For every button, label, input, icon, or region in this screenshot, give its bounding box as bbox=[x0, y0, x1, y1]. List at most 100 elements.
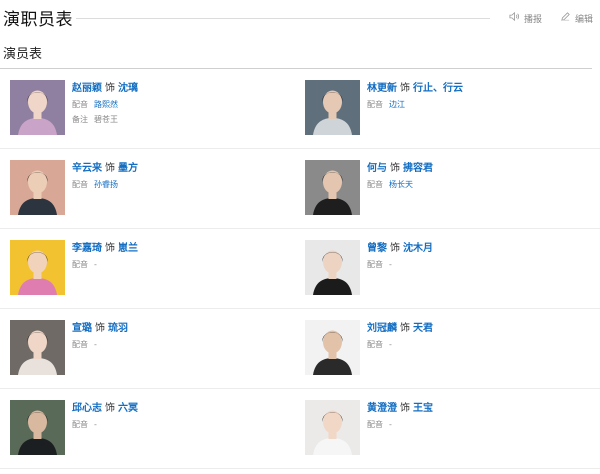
role-name-link[interactable]: 天君 bbox=[413, 323, 433, 334]
dubbing-line: 配音 - bbox=[72, 258, 292, 272]
actor-photo[interactable] bbox=[10, 320, 65, 375]
actor-name-link[interactable]: 赵丽颖 bbox=[72, 83, 102, 94]
dubbing-line: 配音 路熙然 bbox=[72, 98, 292, 112]
actor-name-link[interactable]: 宣璐 bbox=[72, 323, 92, 334]
note-line: 备注 碧苍王 bbox=[72, 113, 292, 127]
cast-info: 邱心志饰六冥 配音 - bbox=[72, 401, 292, 432]
cast-name-line: 赵丽颖饰沈璃 bbox=[72, 81, 292, 97]
note-value: 碧苍王 bbox=[94, 115, 118, 124]
cast-name-line: 宣璐饰琉羽 bbox=[72, 321, 292, 337]
cast-name-line: 林更新饰行止、行云 bbox=[367, 81, 587, 97]
dubbing-value[interactable]: 孙睿扬 bbox=[94, 180, 118, 189]
role-name-link[interactable]: 沈璃 bbox=[118, 83, 138, 94]
dubbing-line: 配音 边江 bbox=[367, 98, 587, 112]
actor-photo[interactable] bbox=[10, 240, 65, 295]
cast-member-card: 刘冠麟饰天君配音 - bbox=[305, 309, 595, 389]
cast-member-card: 黄澄澄饰王宝 配音 - bbox=[305, 389, 595, 469]
cast-name-line: 刘冠麟饰天君 bbox=[367, 321, 587, 337]
role-name-link[interactable]: 沈木月 bbox=[403, 243, 433, 254]
cast-info: 刘冠麟饰天君配音 - bbox=[367, 321, 587, 352]
as-label: 饰 bbox=[400, 83, 410, 94]
cast-row: 宣璐饰琉羽 配音 - 刘冠麟饰天君 配音 - bbox=[0, 309, 600, 389]
cast-row: 李嘉琦饰崽兰 配音 - 曾黎饰沈木月 配音 - bbox=[0, 229, 600, 309]
dubbing-label: 配音 bbox=[72, 100, 88, 109]
actor-name-link[interactable]: 林更新 bbox=[367, 83, 397, 94]
role-name-link[interactable]: 王宝 bbox=[413, 403, 433, 414]
as-label: 饰 bbox=[400, 323, 410, 334]
actor-name-link[interactable]: 辛云来 bbox=[72, 163, 102, 174]
cast-name-line: 黄澄澄饰王宝 bbox=[367, 401, 587, 417]
actor-name-link[interactable]: 何与 bbox=[367, 163, 387, 174]
edit-button[interactable]: 编辑 bbox=[560, 11, 593, 25]
actor-photo[interactable] bbox=[305, 240, 360, 295]
as-label: 饰 bbox=[105, 243, 115, 254]
as-label: 饰 bbox=[390, 243, 400, 254]
as-label: 饰 bbox=[390, 163, 400, 174]
dubbing-line: 配音 - bbox=[367, 258, 587, 272]
actor-photo[interactable] bbox=[305, 320, 360, 375]
as-label: 饰 bbox=[400, 403, 410, 414]
role-name-link[interactable]: 行止、行云 bbox=[413, 83, 463, 94]
cast-info: 宣璐饰琉羽 配音 - bbox=[72, 321, 292, 352]
as-label: 饰 bbox=[105, 163, 115, 174]
cast-name-line: 何与饰拂容君 bbox=[367, 161, 587, 177]
actor-name-link[interactable]: 黄澄澄 bbox=[367, 403, 397, 414]
dubbing-line: 配音 - bbox=[367, 418, 587, 432]
cast-member-card: 赵丽颖饰沈璃 配音 路熙然 备注 碧苍王 bbox=[10, 69, 300, 149]
broadcast-button[interactable]: 播报 bbox=[509, 11, 542, 25]
cast-member-card: 李嘉琦饰崽兰配音 - bbox=[10, 229, 300, 309]
role-name-link[interactable]: 拂容君 bbox=[403, 163, 433, 174]
dubbing-value: - bbox=[389, 260, 392, 269]
actor-name-link[interactable]: 邱心志 bbox=[72, 403, 102, 414]
role-name-link[interactable]: 崽兰 bbox=[118, 243, 138, 254]
actor-name-link[interactable]: 曾黎 bbox=[367, 243, 387, 254]
role-name-link[interactable]: 六冥 bbox=[118, 403, 138, 414]
dubbing-value[interactable]: 杨长天 bbox=[389, 180, 413, 189]
cast-member-card: 邱心志饰六冥 配音 - bbox=[10, 389, 300, 469]
cast-section-title: 演员表 bbox=[3, 47, 43, 62]
cast-member-card: 曾黎饰沈木月 配音 - bbox=[305, 229, 595, 309]
cast-name-line: 曾黎饰沈木月 bbox=[367, 241, 587, 257]
page-title: 演职员表 bbox=[3, 10, 73, 30]
cast-info: 黄澄澄饰王宝 配音 - bbox=[367, 401, 587, 432]
section-header: 演职员表 播报 编辑 bbox=[0, 0, 600, 38]
cast-info: 辛云来饰墨方 配音 孙睿扬 bbox=[72, 161, 292, 192]
as-label: 饰 bbox=[105, 403, 115, 414]
cast-info: 李嘉琦饰崽兰配音 - bbox=[72, 241, 292, 272]
actor-photo[interactable] bbox=[10, 80, 65, 135]
dubbing-label: 配音 bbox=[367, 260, 383, 269]
actor-photo[interactable] bbox=[305, 400, 360, 455]
actor-photo[interactable] bbox=[305, 80, 360, 135]
actor-photo[interactable] bbox=[10, 160, 65, 215]
cast-row: 辛云来饰墨方 配音 孙睿扬 何与饰拂容君 配音 杨长天 bbox=[0, 149, 600, 229]
dubbing-label: 配音 bbox=[72, 260, 88, 269]
actor-name-link[interactable]: 刘冠麟 bbox=[367, 323, 397, 334]
dubbing-line: 配音 - bbox=[72, 418, 292, 432]
role-name-link[interactable]: 墨方 bbox=[118, 163, 138, 174]
actor-photo[interactable] bbox=[305, 160, 360, 215]
cast-name-line: 邱心志饰六冥 bbox=[72, 401, 292, 417]
broadcast-label: 播报 bbox=[524, 14, 543, 25]
actor-photo[interactable] bbox=[10, 400, 65, 455]
cast-member-card: 林更新饰行止、行云 配音 边江 bbox=[305, 69, 595, 149]
cast-name-line: 辛云来饰墨方 bbox=[72, 161, 292, 177]
cast-row: 邱心志饰六冥 配音 - 黄澄澄饰王宝 配音 - bbox=[0, 389, 600, 469]
actor-name-link[interactable]: 李嘉琦 bbox=[72, 243, 102, 254]
dubbing-value[interactable]: 路熙然 bbox=[94, 100, 118, 109]
dubbing-label: 配音 bbox=[72, 420, 88, 429]
cast-info: 何与饰拂容君 配音 杨长天 bbox=[367, 161, 587, 192]
title-divider bbox=[76, 18, 490, 19]
note-label: 备注 bbox=[72, 115, 88, 124]
role-name-link[interactable]: 琉羽 bbox=[108, 323, 128, 334]
cast-info: 曾黎饰沈木月 配音 - bbox=[367, 241, 587, 272]
speaker-icon bbox=[509, 11, 520, 25]
dubbing-value: - bbox=[389, 420, 392, 429]
dubbing-label: 配音 bbox=[367, 340, 383, 349]
dubbing-value: - bbox=[389, 340, 392, 349]
as-label: 饰 bbox=[95, 323, 105, 334]
dubbing-value[interactable]: 边江 bbox=[389, 100, 405, 109]
edit-label: 编辑 bbox=[575, 14, 594, 25]
cast-info: 林更新饰行止、行云 配音 边江 bbox=[367, 81, 587, 112]
cast-info: 赵丽颖饰沈璃 配音 路熙然 备注 碧苍王 bbox=[72, 81, 292, 127]
dubbing-label: 配音 bbox=[367, 420, 383, 429]
